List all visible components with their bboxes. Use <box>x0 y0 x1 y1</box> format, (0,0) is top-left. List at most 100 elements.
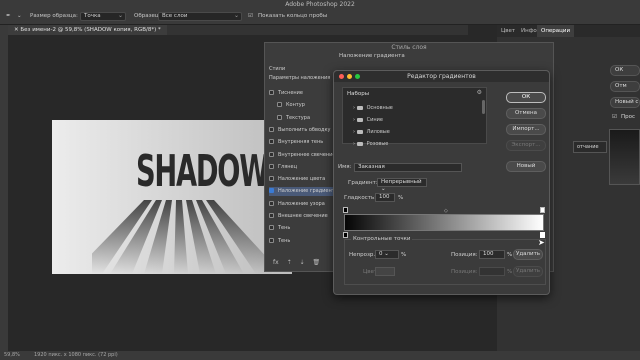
style-item[interactable]: Выполнить обводку <box>269 126 330 135</box>
gradient-overlay-section-title: Наложение градиента <box>339 53 405 59</box>
style-checkbox[interactable] <box>269 90 274 95</box>
style-checkbox[interactable] <box>269 200 274 206</box>
import-button[interactable]: Импорт... <box>506 124 546 135</box>
chevron-down-icon[interactable]: ⌄ <box>17 12 22 21</box>
opacity-unit: % <box>401 252 407 258</box>
style-checkbox[interactable] <box>269 213 274 218</box>
opacity-stop-right[interactable] <box>540 207 545 213</box>
style-item[interactable]: Наложение узора <box>269 200 325 209</box>
style-item-label: Текстура <box>286 114 311 121</box>
opacity-input[interactable]: 0 ⌄ <box>375 250 399 259</box>
partial-field[interactable]: отчание <box>573 141 607 153</box>
style-item[interactable]: Текстура <box>277 114 310 123</box>
style-item-label: Внешнее свечение <box>278 213 328 219</box>
position-input[interactable]: 100 <box>479 250 505 259</box>
style-item[interactable]: Глянец <box>269 163 297 172</box>
chevron-right-icon: › <box>353 105 355 111</box>
new-style-button-partial[interactable]: Новый с <box>610 97 640 108</box>
style-checkbox[interactable] <box>269 225 274 231</box>
folder-icon <box>356 129 363 134</box>
style-checkbox[interactable] <box>269 126 274 132</box>
styles-header[interactable]: Стили <box>269 65 285 74</box>
eyedropper-icon[interactable]: ✒ <box>6 12 11 21</box>
document-canvas[interactable]: SHADOW <box>52 120 292 274</box>
shadow-rays-graphic <box>92 200 272 274</box>
style-preview-thumb <box>609 129 640 185</box>
sample-size-select[interactable]: Точка <box>80 12 126 21</box>
color-stop-left[interactable] <box>343 232 348 238</box>
preset-folder-label: Синие <box>366 117 383 123</box>
fx-icon[interactable]: fx <box>273 259 279 266</box>
gradient-preview-bar[interactable] <box>344 214 544 231</box>
style-checkbox[interactable] <box>269 151 274 157</box>
zoom-window-icon[interactable] <box>355 74 360 79</box>
style-item-label: Внутреннее свечение <box>278 151 336 158</box>
style-item[interactable]: Контур <box>277 101 305 110</box>
smoothness-input[interactable]: 100 <box>375 193 395 202</box>
cancel-button[interactable]: Отмена <box>506 108 546 119</box>
tool-strip <box>0 25 8 351</box>
minimize-window-icon[interactable] <box>347 74 352 79</box>
preview-label: Прос <box>621 114 636 120</box>
arrow-up-icon[interactable]: ⇡ <box>287 259 292 266</box>
preset-folder-purple[interactable]: › Лиловые <box>353 129 390 135</box>
presets-panel: Наборы ⚙ › Основные › Синие › Лиловые › … <box>342 87 487 147</box>
style-item[interactable]: Тиснение <box>269 89 303 98</box>
blend-options-header[interactable]: Параметры наложения <box>269 74 330 83</box>
style-checkbox[interactable] <box>277 114 282 120</box>
show-ring-checkbox[interactable]: ☑ <box>248 12 253 21</box>
style-item-label: Наложение градиента <box>278 188 338 195</box>
preview-checkbox[interactable]: ☑ <box>612 114 617 120</box>
preset-folder-label: Лиловые <box>366 129 390 135</box>
document-tab-bar: ✕ Без имени-2 @ 59,8% (SHADOW копия, RGB… <box>8 25 468 35</box>
preset-folder-blue[interactable]: › Синие <box>353 117 383 123</box>
document-tab[interactable]: ✕ Без имени-2 @ 59,8% (SHADOW копия, RGB… <box>8 25 167 35</box>
style-item[interactable]: Наложение цвета <box>269 175 325 184</box>
style-list: Стили Параметры наложения Тиснение Контур… <box>267 63 338 268</box>
export-button: Экспорт... <box>506 140 546 151</box>
presets-scrollbar[interactable] <box>482 100 485 114</box>
style-item[interactable]: Внутреннее свечение <box>269 151 336 160</box>
folder-icon <box>356 141 363 146</box>
style-item[interactable]: Тень <box>269 224 290 233</box>
style-checkbox[interactable] <box>269 163 274 169</box>
delete-opacity-stop-button[interactable]: Удалить <box>513 249 543 260</box>
sample-size-label: Размер образца: <box>30 13 78 19</box>
gradient-type-select[interactable]: Непрерывный ⌄ <box>377 178 427 192</box>
style-checkbox[interactable] <box>277 102 282 108</box>
style-item[interactable]: Внешнее свечение <box>269 212 328 221</box>
ok-button-partial[interactable]: ОК <box>610 65 640 76</box>
gradient-type-value: Непрерывный <box>381 179 422 185</box>
sample-select[interactable]: Все слои <box>158 12 242 21</box>
preset-folder-pink[interactable]: › Розовые <box>353 141 388 147</box>
style-checkbox[interactable] <box>269 139 274 145</box>
zoom-level[interactable]: 59,8% <box>4 351 20 360</box>
ok-button[interactable]: ОК <box>506 92 546 103</box>
control-points-title: Контрольные точки <box>351 236 413 242</box>
style-item[interactable]: Тень <box>269 237 290 246</box>
style-checkbox[interactable] <box>269 176 274 182</box>
trash-icon[interactable]: 🗑 <box>313 259 321 266</box>
style-item[interactable]: Наложение градиента <box>269 187 338 197</box>
arrow-down-icon[interactable]: ⇣ <box>300 259 305 266</box>
style-item-label: Глянец <box>278 163 298 170</box>
close-window-icon[interactable] <box>339 74 344 79</box>
style-checkbox[interactable] <box>269 188 274 194</box>
new-button[interactable]: Новый <box>506 161 546 172</box>
tab-actions[interactable]: Операции <box>537 25 575 37</box>
opacity-stop-left[interactable] <box>343 207 348 213</box>
cancel-button-partial[interactable]: Отм <box>610 81 640 92</box>
opacity-value: 0 <box>379 251 383 257</box>
name-input[interactable]: Заказная <box>354 163 462 172</box>
preset-folder-basic[interactable]: › Основные <box>353 105 393 111</box>
style-checkbox[interactable] <box>269 237 274 243</box>
style-item[interactable]: Внутренняя тень <box>269 138 323 147</box>
sample-label: Образец: <box>134 13 161 19</box>
document-size: 1920 пикс. x 1080 пикс. (72 ppi) <box>34 352 118 358</box>
window-title-bar: Adobe Photoshop 2022 <box>0 0 640 9</box>
tab-color[interactable]: Цвет <box>497 25 519 37</box>
status-bar: 59,8% 1920 пикс. x 1080 пикс. (72 ppi) <box>0 351 640 360</box>
chevron-right-icon: › <box>353 129 355 135</box>
gear-icon[interactable]: ⚙ <box>477 89 482 96</box>
style-item-label: Выполнить обводку <box>278 126 331 133</box>
